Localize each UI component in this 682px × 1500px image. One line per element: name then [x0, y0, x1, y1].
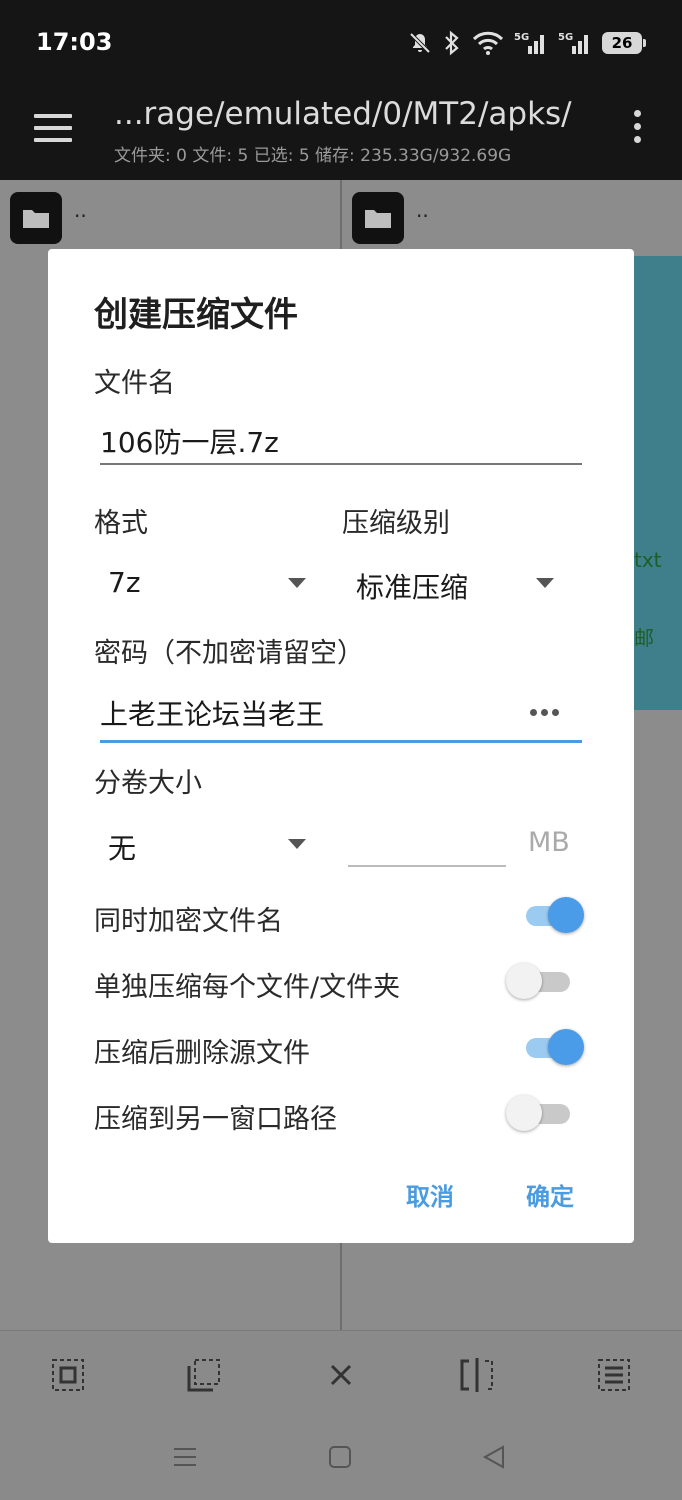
password-input[interactable]: 上老王论坛当老王: [100, 685, 582, 745]
delete-source-toggle[interactable]: [522, 1027, 584, 1067]
cancel-button[interactable]: 取消: [406, 1177, 454, 1212]
option-label: 压缩到另一窗口路径: [94, 1104, 337, 1135]
menu-icon[interactable]: [34, 114, 72, 144]
compression-level-dropdown[interactable]: 标准压缩: [342, 554, 562, 610]
dialog-title: 创建压缩文件: [94, 295, 298, 335]
filename-input[interactable]: 106防一层.7z: [100, 409, 582, 469]
wifi-icon: [472, 31, 504, 55]
parent-folder-row[interactable]: ..: [10, 192, 87, 244]
option-label: 压缩后删除源文件: [94, 1038, 310, 1069]
ok-button[interactable]: 确定: [526, 1177, 574, 1212]
close-icon[interactable]: [323, 1357, 359, 1393]
password-label: 密码（不加密请留空）: [94, 638, 364, 669]
folder-label: ..: [74, 198, 87, 222]
compression-level-label: 压缩级别: [342, 508, 450, 539]
folder-label: ..: [416, 198, 429, 222]
folder-icon: [10, 192, 62, 244]
password-value: 上老王论坛当老王: [100, 698, 325, 731]
split-size-underline: [348, 865, 506, 867]
folder-icon: [352, 192, 404, 244]
split-size-value: 无: [108, 832, 137, 865]
filename-value: 106防一层.7z: [100, 426, 279, 459]
path-title: ...rage/emulated/0/MT2/apks/: [114, 96, 572, 132]
battery-icon: 26: [602, 32, 646, 54]
filename-underline: [100, 463, 582, 465]
option-other-pane-path[interactable]: 压缩到另一窗口路径: [48, 1093, 634, 1137]
compress-individually-toggle[interactable]: [506, 961, 570, 1001]
svg-text:5G: 5G: [558, 32, 573, 43]
split-unit-label: MB: [528, 827, 570, 858]
option-label: 单独压缩每个文件/文件夹: [94, 972, 401, 1003]
split-size-input[interactable]: [348, 815, 506, 867]
split-view-icon[interactable]: [459, 1357, 495, 1393]
file-ext-text: txt: [634, 548, 662, 572]
format-label: 格式: [94, 508, 148, 539]
back-icon[interactable]: [482, 1444, 506, 1470]
select-all-icon[interactable]: [50, 1357, 86, 1393]
option-encrypt-filenames[interactable]: 同时加密文件名: [48, 895, 634, 939]
parent-folder-row[interactable]: ..: [352, 192, 429, 244]
status-time: 17:03: [36, 28, 113, 56]
mute-icon: [409, 32, 431, 54]
file-info-text: 邮: [634, 626, 654, 650]
select-list-icon[interactable]: [596, 1357, 632, 1393]
more-options-icon[interactable]: [634, 110, 644, 149]
other-pane-path-toggle[interactable]: [506, 1093, 570, 1133]
bluetooth-icon: [445, 30, 459, 56]
compression-level-value: 标准压缩: [356, 571, 469, 604]
split-size-dropdown[interactable]: 无: [94, 815, 314, 871]
option-delete-source[interactable]: 压缩后删除源文件: [48, 1027, 634, 1071]
password-visibility-icon[interactable]: [530, 709, 559, 716]
system-nav-bar: [0, 1420, 682, 1500]
option-compress-individually[interactable]: 单独压缩每个文件/文件夹: [48, 961, 634, 1005]
split-size-label: 分卷大小: [94, 768, 202, 799]
select-range-icon[interactable]: [186, 1357, 222, 1393]
format-value: 7z: [108, 566, 141, 599]
chevron-down-icon: [288, 839, 306, 849]
bottom-toolbar: [0, 1330, 682, 1420]
app-header: ...rage/emulated/0/MT2/apks/ 文件夹: 0 文件: …: [0, 88, 682, 180]
signal-5g-icon: 5G: [558, 32, 588, 54]
chevron-down-icon: [288, 578, 306, 588]
format-dropdown[interactable]: 7z: [94, 554, 314, 610]
encrypt-filenames-toggle[interactable]: [522, 895, 584, 935]
create-archive-dialog: 创建压缩文件 文件名 106防一层.7z 格式 压缩级别 7z 标准压缩 密码（…: [48, 249, 634, 1243]
recent-apps-icon[interactable]: [172, 1444, 198, 1470]
signal-5g-icon: 5G: [514, 32, 544, 54]
path-info: 文件夹: 0 文件: 5 已选: 5 储存: 235.33G/932.69G: [114, 146, 512, 166]
status-bar: 17:03 5G 5G 26: [0, 0, 682, 88]
svg-text:5G: 5G: [514, 32, 529, 43]
option-label: 同时加密文件名: [94, 906, 283, 937]
status-icons: 5G 5G 26: [408, 30, 646, 56]
chevron-down-icon: [536, 578, 554, 588]
home-icon[interactable]: [328, 1444, 352, 1470]
filename-label: 文件名: [94, 368, 175, 399]
password-underline: [100, 740, 582, 743]
